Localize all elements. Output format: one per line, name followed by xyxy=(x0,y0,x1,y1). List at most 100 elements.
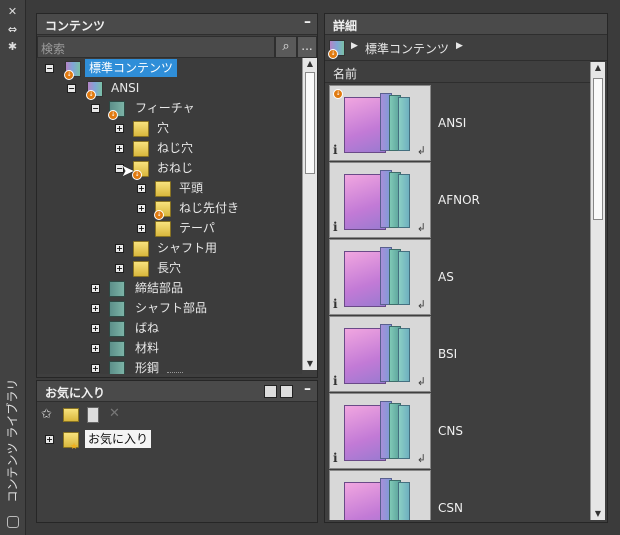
detail-panel: 詳細 ↓ ▶ 標準コンテンツ ▶ 名前 ↓ i ↲ ANSI i ↲ AFNOR xyxy=(324,13,608,523)
book-stack-icon xyxy=(344,401,412,461)
search-input[interactable]: 検索 xyxy=(37,36,275,58)
tree-item-fasteners[interactable]: + 締結部品 xyxy=(37,278,302,298)
tree-item-feature[interactable]: − ↓ フィーチャ xyxy=(37,98,302,120)
folder-icon xyxy=(133,261,149,277)
close-icon[interactable]: ✕ xyxy=(6,6,19,18)
expand-icon[interactable]: + xyxy=(137,184,146,193)
detail-item[interactable]: i ↲ AS xyxy=(325,238,589,315)
scroll-down-icon[interactable]: ▼ xyxy=(303,358,317,370)
tree-item-shaft-parts[interactable]: + シャフト部品 xyxy=(37,298,302,318)
properties-icon[interactable]: ✱ xyxy=(6,41,19,53)
detail-thumbnail: i ↲ xyxy=(329,316,431,392)
breadcrumb-separator-icon[interactable]: ▶ xyxy=(456,41,463,51)
info-icon[interactable]: i xyxy=(333,451,338,465)
delete-icon[interactable]: ✕ xyxy=(109,406,120,421)
expand-icon[interactable]: + xyxy=(45,435,54,444)
book-stack-icon xyxy=(344,478,412,520)
book-stack-icon xyxy=(344,170,412,230)
detail-item[interactable]: i ↲ BSI xyxy=(325,315,589,392)
auto-hide-icon[interactable]: ⇔ xyxy=(6,24,19,36)
tree-item-threaded-hole[interactable]: + ねじ穴 xyxy=(37,138,302,158)
expand-icon[interactable]: + xyxy=(137,204,146,213)
expand-icon[interactable]: + xyxy=(137,224,146,233)
detail-scrollbar[interactable]: ▲ ▼ xyxy=(590,62,605,520)
collapse-icon[interactable]: − xyxy=(91,104,100,113)
tree-item-slot[interactable]: + 長穴 xyxy=(37,258,302,278)
tree-item-hole[interactable]: + 穴 xyxy=(37,118,302,138)
tree-item-screw-point[interactable]: + ↓ ねじ先付き xyxy=(37,198,302,220)
info-icon[interactable]: i xyxy=(333,297,338,311)
expand-icon[interactable]: + xyxy=(91,284,100,293)
tree-item-materials[interactable]: + 材料 xyxy=(37,338,302,358)
info-icon[interactable]: i xyxy=(333,143,338,157)
content-tree: − ↓ 標準コンテンツ − ↓ ANSI − ↓ フィーチャ + 穴 + ねじ穴 xyxy=(37,58,302,374)
library-icon xyxy=(7,516,19,528)
content-tree-scrollbar[interactable]: ▲ ▼ xyxy=(302,58,317,370)
folder-icon xyxy=(155,181,171,197)
collapse-icon[interactable]: − xyxy=(45,64,54,73)
expand-icon[interactable]: + xyxy=(115,264,124,273)
expand-icon[interactable]: + xyxy=(115,244,124,253)
content-panel: コンテンツ – 検索 ⌕ ... − ↓ 標準コンテンツ − ↓ ANSI − … xyxy=(36,13,318,378)
tree-item-standard-content[interactable]: − ↓ 標準コンテンツ xyxy=(37,58,302,80)
folder-icon xyxy=(133,121,149,137)
list-view-icon[interactable] xyxy=(264,385,277,398)
scrollbar-thumb[interactable] xyxy=(593,78,603,220)
detail-item[interactable]: ↓ i ↲ ANSI xyxy=(325,84,589,161)
detail-panel-header: 詳細 xyxy=(325,14,607,35)
column-header-name[interactable]: 名前 xyxy=(333,65,357,82)
download-badge-icon: ↓ xyxy=(333,89,343,99)
info-icon[interactable]: i xyxy=(333,374,338,388)
tree-item-taper[interactable]: + テーパ xyxy=(37,218,302,238)
expand-icon[interactable]: + xyxy=(91,324,100,333)
breadcrumb: ↓ ▶ 標準コンテンツ ▶ xyxy=(325,36,607,61)
tree-item-springs[interactable]: + ばね xyxy=(37,318,302,338)
insert-arrow-icon: ↲ xyxy=(416,375,426,388)
detail-item[interactable]: i ↲ AFNOR xyxy=(325,161,589,238)
add-favorite-star-icon[interactable]: ✩ xyxy=(41,407,52,422)
detail-thumbnail: i ↲ xyxy=(329,162,431,238)
detail-thumbnail: i ↲ xyxy=(329,239,431,315)
content-panel-title: コンテンツ xyxy=(45,19,106,33)
expand-icon[interactable]: + xyxy=(115,144,124,153)
detail-item[interactable]: i ↲ CNS xyxy=(325,392,589,469)
scroll-up-icon[interactable]: ▲ xyxy=(303,58,317,70)
collapse-icon[interactable]: − xyxy=(67,84,76,93)
tree-item-ansi[interactable]: − ↓ ANSI xyxy=(37,78,302,100)
info-icon[interactable]: i xyxy=(333,220,338,234)
detail-item[interactable]: i ↲ CSN xyxy=(325,469,589,520)
column-header[interactable]: 名前 xyxy=(325,62,591,83)
detail-list: ↓ i ↲ ANSI i ↲ AFNOR i ↲ AS i ↲ BSI i ↲ … xyxy=(325,84,589,520)
tree-item-favorites[interactable]: + ★ お気に入り xyxy=(37,429,307,452)
teal-book-icon xyxy=(109,341,125,357)
copy-icon[interactable] xyxy=(87,407,99,423)
expand-icon[interactable]: + xyxy=(115,124,124,133)
folder-icon xyxy=(133,241,149,257)
favorites-panel-header: お気に入り – xyxy=(37,381,317,402)
new-folder-icon[interactable] xyxy=(63,408,79,422)
content-panel-minimize-button[interactable]: – xyxy=(304,14,311,30)
scroll-down-icon[interactable]: ▼ xyxy=(591,508,605,520)
expand-icon[interactable]: + xyxy=(91,304,100,313)
tree-item-external-thread[interactable]: − ↓ おねじ ➤ xyxy=(37,158,302,180)
tree-item-shaft[interactable]: + シャフト用 xyxy=(37,238,302,258)
search-options-button[interactable]: ... xyxy=(297,36,317,58)
scrollbar-thumb[interactable] xyxy=(305,72,315,174)
detail-panel-title: 詳細 xyxy=(333,19,358,33)
expand-icon[interactable]: + xyxy=(91,344,100,353)
thumbnail-view-icon[interactable] xyxy=(280,385,293,398)
book-stack-icon xyxy=(344,247,412,307)
favorites-panel-minimize-button[interactable]: – xyxy=(304,381,311,397)
search-icon[interactable]: ⌕ xyxy=(275,36,297,58)
scroll-up-icon[interactable]: ▲ xyxy=(591,62,605,74)
breadcrumb-separator-icon: ▶ xyxy=(351,41,358,51)
search-placeholder: 検索 xyxy=(41,42,66,56)
splitter-grip[interactable] xyxy=(167,372,183,376)
folder-icon xyxy=(133,141,149,157)
insert-arrow-icon: ↲ xyxy=(416,221,426,234)
book-stack-icon xyxy=(344,324,412,384)
breadcrumb-item[interactable]: 標準コンテンツ xyxy=(365,40,449,57)
tree-item-flat-head[interactable]: + 平頭 xyxy=(37,178,302,198)
expand-icon[interactable]: + xyxy=(91,364,100,373)
content-panel-header: コンテンツ – xyxy=(37,14,317,35)
